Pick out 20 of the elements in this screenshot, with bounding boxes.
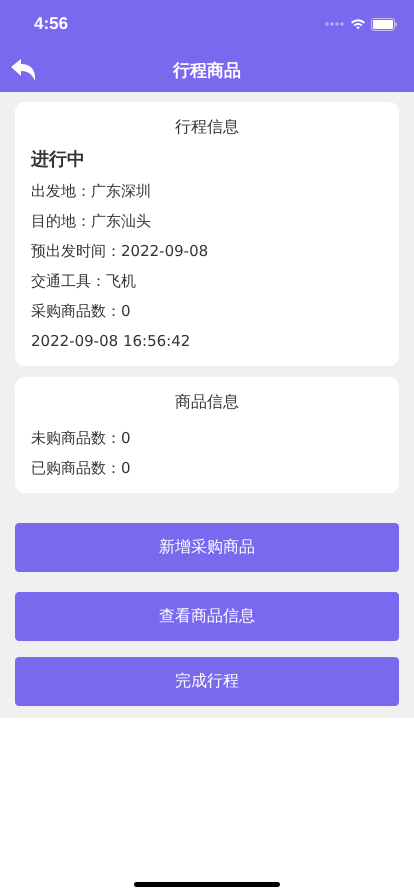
wifi-icon (350, 18, 366, 30)
action-button[interactable]: 完成行程 (15, 657, 399, 706)
info-line: 未购商品数：0 (31, 428, 132, 449)
info-line: 预出发时间：2022-09-08 (31, 241, 210, 262)
info-line: 出发地：广东深圳 (31, 181, 152, 202)
info-line: 目的地：广东汕头 (31, 211, 152, 232)
trip-status: 进行中 (31, 148, 86, 172)
page-title: 行程商品 (173, 60, 241, 82)
card-title: 商品信息 (174, 391, 240, 413)
signal-icon (325, 22, 345, 26)
battery-icon (371, 18, 398, 30)
info-line: 已购商品数：0 (31, 458, 132, 479)
info-line: 2022-09-08 16:56:42 (31, 331, 192, 352)
action-button[interactable]: 新增采购商品 (15, 523, 399, 572)
status-time: 4:56 (34, 14, 68, 34)
info-line: 交通工具：飞机 (31, 271, 137, 292)
action-button[interactable]: 查看商品信息 (15, 592, 399, 641)
back-icon[interactable] (10, 58, 38, 82)
card-title: 行程信息 (174, 116, 240, 138)
info-line: 采购商品数：0 (31, 301, 132, 322)
